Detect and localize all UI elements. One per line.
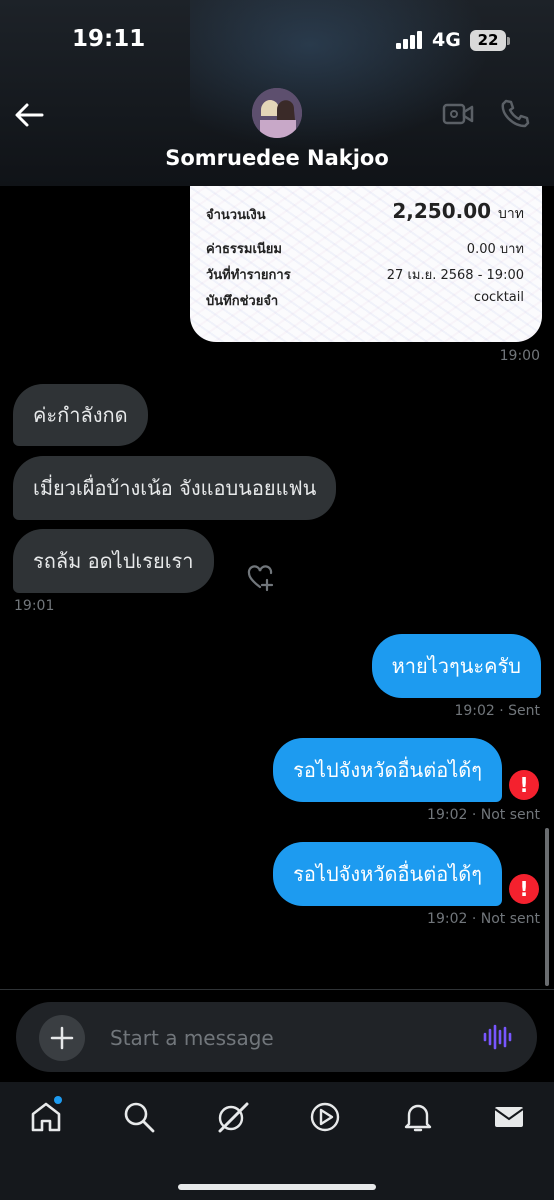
bottom-navigation	[0, 1082, 554, 1200]
slip-fee-value: 0.00 บาท	[466, 242, 524, 257]
battery-tip	[507, 37, 510, 45]
incoming-message-bubble[interactable]: ค่ะกำลังกด	[13, 384, 148, 446]
contact-name[interactable]: Somruedee Nakjoo	[0, 146, 554, 170]
grok-icon[interactable]	[215, 1100, 249, 1134]
status-time: 19:11	[72, 26, 146, 52]
outgoing-message-bubble[interactable]: รอไปจังหวัดอื่นต่อได้ๆ	[273, 842, 502, 906]
outgoing-message-bubble[interactable]: หายไวๆนะครับ	[371, 634, 541, 698]
home-icon[interactable]	[29, 1100, 63, 1134]
bell-icon[interactable]	[401, 1100, 435, 1134]
error-icon[interactable]: !	[509, 874, 539, 904]
incoming-message-bubble[interactable]: รถล้ม อดไปเรยเรา	[13, 529, 214, 593]
conversation-header: 19:11 4G 22 Somruedee Nakjoo	[0, 0, 554, 186]
outgoing-message-bubble[interactable]: รอไปจังหวัดอื่นต่อได้ๆ	[273, 738, 502, 802]
transfer-slip-image[interactable]: จำนวนเงิน 2,250.00 บาท ค่าธรรมเนียม 0.00…	[190, 160, 542, 342]
video-icon[interactable]	[308, 1100, 342, 1134]
network-label: 4G	[432, 29, 461, 51]
video-call-icon[interactable]	[442, 100, 474, 128]
slip-amount-row: จำนวนเงิน 2,250.00 บาท	[206, 199, 524, 225]
slip-date-row: วันที่ทำรายการ 27 เม.ย. 2568 - 19:00	[206, 264, 524, 285]
message-composer	[16, 1002, 537, 1072]
phone-icon[interactable]	[498, 97, 530, 129]
search-icon[interactable]	[122, 1100, 156, 1134]
back-arrow-icon[interactable]	[12, 98, 46, 132]
slip-fee-row: ค่าธรรมเนียม 0.00 บาท	[206, 238, 524, 259]
add-attachment-button[interactable]	[39, 1015, 85, 1061]
slip-memo-row: บันทึกช่วยจำ cocktail	[206, 290, 524, 311]
incoming-timestamp: 19:01	[14, 598, 55, 614]
message-status: 19:02 · Not sent	[427, 807, 540, 823]
incoming-message-bubble[interactable]: เมี่ยวเผื่อบ้างเน้อ จังแอบนอยแฟน	[13, 456, 337, 520]
error-icon[interactable]: !	[509, 770, 539, 800]
home-indicator[interactable]	[178, 1184, 376, 1190]
slip-memo-value: cocktail	[473, 290, 524, 305]
signal-icon	[396, 31, 426, 49]
voice-wave-icon[interactable]	[482, 1022, 512, 1052]
notification-dot	[54, 1096, 62, 1104]
slip-date-value: 27 เม.ย. 2568 - 19:00	[386, 268, 524, 283]
slip-fee-label: ค่าธรรมเนียม	[206, 242, 282, 257]
slip-amount-value: 2,250.00 บาท	[392, 199, 524, 223]
slip-date-label: วันที่ทำรายการ	[206, 268, 291, 283]
slip-amount-label: จำนวนเงิน	[206, 208, 266, 223]
slip-timestamp: 19:00	[499, 348, 540, 364]
message-input[interactable]	[110, 1024, 470, 1052]
battery-icon: 22	[470, 30, 506, 51]
message-status: 19:02 · Sent	[454, 703, 540, 719]
heart-plus-icon[interactable]	[246, 563, 276, 593]
slip-memo-label: บันทึกช่วยจำ	[206, 294, 279, 309]
plus-icon	[50, 1026, 74, 1050]
message-status: 19:02 · Not sent	[427, 911, 540, 927]
scrollbar[interactable]	[545, 828, 549, 986]
avatar[interactable]	[252, 88, 302, 138]
divider	[0, 989, 554, 990]
mail-icon[interactable]	[492, 1100, 526, 1134]
